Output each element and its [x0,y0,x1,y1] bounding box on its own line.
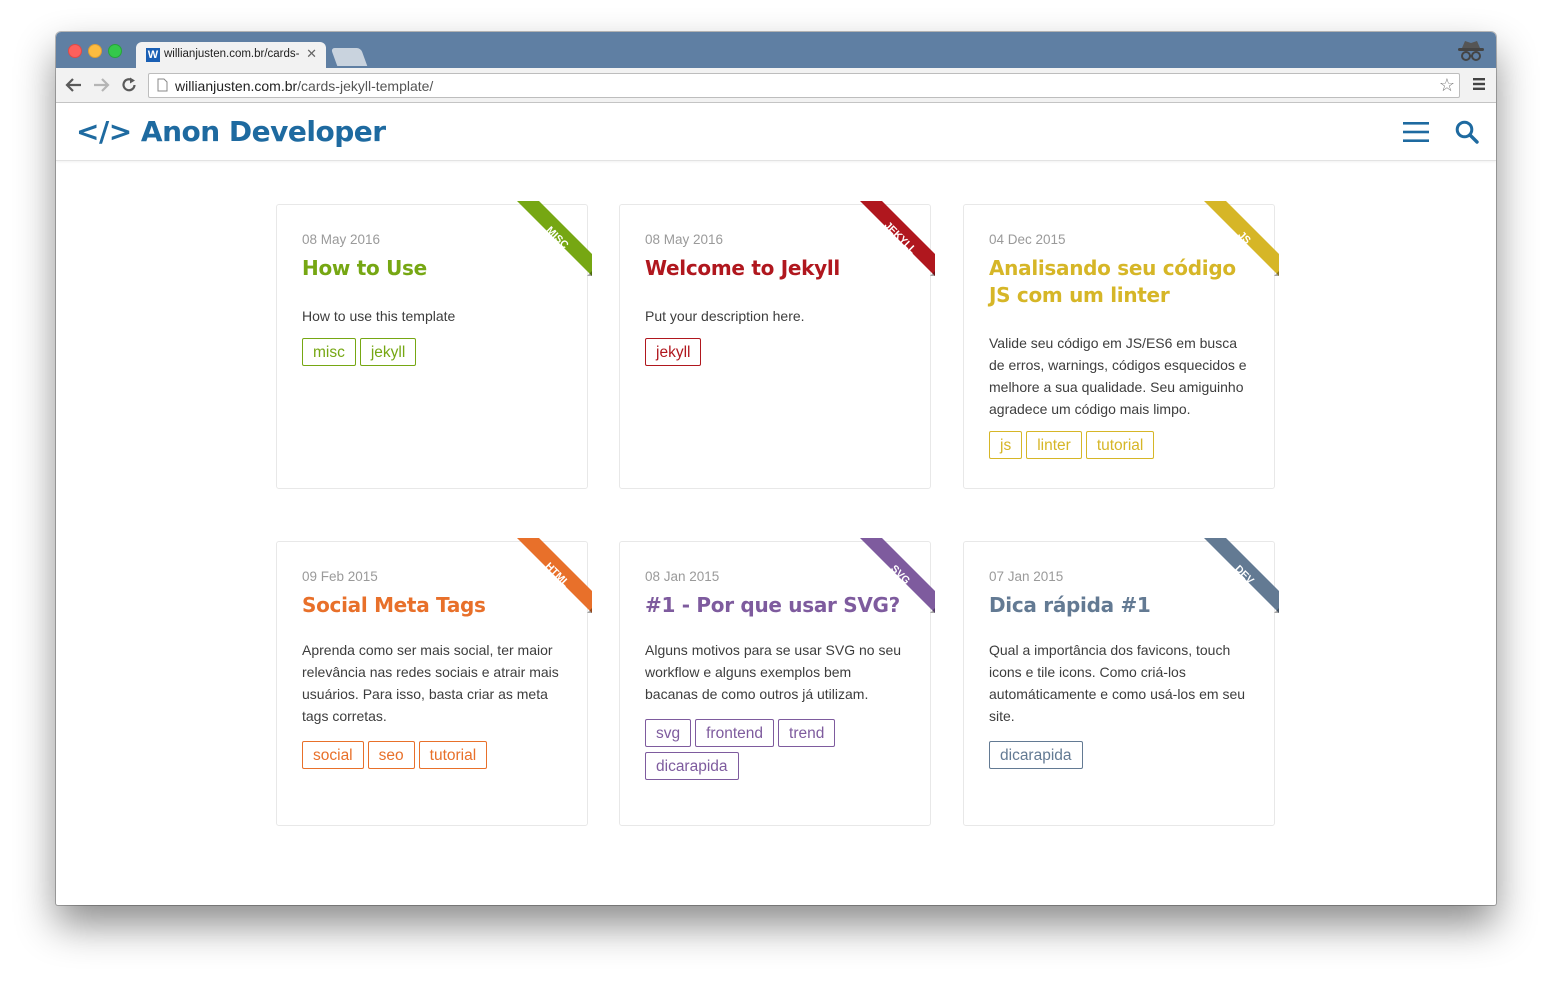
tag-list: social seo tutorial [302,741,572,774]
site-logo[interactable]: </> Anon Developer [76,115,386,148]
post-card[interactable]: JEKYLL 08 May 2016 Welcome to Jekyll Put yo… [619,201,935,489]
favicon-icon: W [146,48,160,62]
search-icon[interactable] [1455,120,1479,144]
tag-misc[interactable]: misc [302,338,356,366]
tab-close-icon[interactable]: ✕ [306,46,317,62]
post-card[interactable]: DEV 07 Jan 2015 Dica rápida #1 Qual a impor… [963,538,1279,826]
logo-text: Anon Developer [140,115,386,148]
tag-list: jekyll [645,338,915,371]
post-date: 08 May 2016 [302,232,381,247]
tag-svg[interactable]: svg [645,719,692,747]
tag-linter[interactable]: linter [1026,431,1082,459]
post-title[interactable]: How to Use [302,255,567,282]
tag-list: js linter tutorial [989,431,1259,464]
reload-icon[interactable] [120,76,138,94]
post-date: 08 May 2016 [645,232,724,247]
forward-icon[interactable] [92,77,110,93]
post-date: 07 Jan 2015 [989,569,1064,584]
url-domain: willianjusten.com.br [175,78,298,94]
tag-tutorial[interactable]: tutorial [418,741,488,769]
post-description: Alguns motivos para se usar SVG no seu w… [645,642,902,702]
post-date: 09 Feb 2015 [302,569,378,584]
post-title[interactable]: Welcome to Jekyll [645,255,910,282]
post-title[interactable]: #1 - Por que usar SVG? [645,592,910,619]
post-card[interactable]: JS 04 Dec 2015 Analisando seu código JS co… [963,201,1279,489]
tag-js[interactable]: js [989,431,1023,459]
browser-tab[interactable]: W willianjusten.com.br/cards- ✕ [136,42,326,68]
bookmark-star-icon[interactable]: ☆ [1439,75,1455,96]
back-icon[interactable] [65,77,83,93]
post-date: 04 Dec 2015 [989,232,1066,247]
tag-seo[interactable]: seo [367,741,415,769]
tag-trend[interactable]: trend [778,719,836,747]
tag-jekyll[interactable]: jekyll [645,338,702,366]
tag-tutorial[interactable]: tutorial [1085,431,1155,459]
browser-toolbar: willianjusten.com.br/cards-jekyll-templa… [56,68,1496,103]
title-bar: W willianjusten.com.br/cards- ✕ [56,32,1496,68]
post-description: Valide seu código em JS/ES6 em busca de … [989,335,1247,417]
url-path: /cards-jekyll-template/ [297,78,434,94]
address-bar[interactable]: willianjusten.com.br/cards-jekyll-templa… [148,73,1460,98]
browser-menu-icon[interactable] [1472,77,1486,91]
post-card[interactable]: MISC 08 May 2016 How to Use How to use this… [276,201,592,489]
post-title[interactable]: Dica rápida #1 [989,592,1254,619]
site-header: </> Anon Developer [56,103,1496,161]
menu-icon[interactable] [1403,122,1429,142]
tab-title: willianjusten.com.br/cards- [164,48,300,60]
tag-dicarapida[interactable]: dicarapida [645,752,739,780]
url-text[interactable]: willianjusten.com.br/cards-jekyll-templa… [175,78,433,94]
page-icon [157,78,168,92]
browser-window: W willianjusten.com.br/cards- ✕ willianj… [56,32,1496,905]
post-description: Aprenda como ser mais social, ter maior … [302,642,559,724]
maximize-window-button[interactable] [108,44,122,58]
post-card[interactable]: HTML 09 Feb 2015 Social Meta Tags Aprenda c… [276,538,592,826]
incognito-icon [1456,38,1486,69]
tag-list: dicarapida [989,741,1259,774]
logo-code-icon: </> [76,115,132,148]
tag-frontend[interactable]: frontend [695,719,775,747]
tag-jekyll[interactable]: jekyll [359,338,417,366]
post-card[interactable]: SVG 08 Jan 2015 #1 - Por que usar SVG? Algu… [619,538,935,826]
post-description: Put your description here. [645,308,805,324]
close-window-button[interactable] [68,44,82,58]
post-date: 08 Jan 2015 [645,569,720,584]
post-description: Qual a importância dos favicons, touch i… [989,642,1246,724]
tag-dicarapida[interactable]: dicarapida [989,741,1083,769]
tag-list: svg frontend trend dicarapida [645,719,915,785]
post-title[interactable]: Social Meta Tags [302,592,567,619]
post-description: How to use this template [302,308,456,324]
post-title[interactable]: Analisando seu código JS com um linter [989,255,1254,309]
tag-social[interactable]: social [302,741,364,769]
minimize-window-button[interactable] [88,44,102,58]
new-tab-button[interactable] [330,48,368,66]
tag-list: misc jekyll [302,338,572,371]
